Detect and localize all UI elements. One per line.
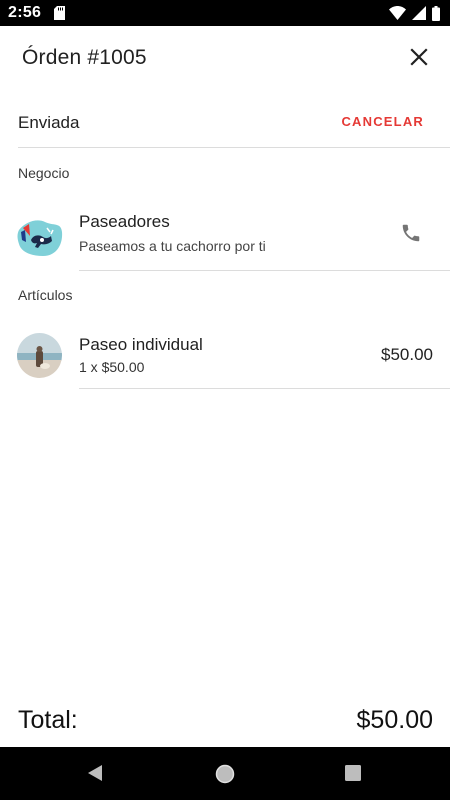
- total-label: Total:: [18, 706, 78, 734]
- back-icon[interactable]: [86, 764, 104, 782]
- recents-icon[interactable]: [345, 765, 361, 781]
- business-row[interactable]: Paseadores Paseamos a tu cachorro por ti: [0, 200, 450, 270]
- cancel-order-button[interactable]: CANCELAR: [341, 114, 424, 129]
- wifi-icon: [389, 6, 406, 20]
- navigation-bar: [0, 747, 450, 800]
- signal-icon: [412, 6, 426, 20]
- status-bar: 2:56: [0, 0, 450, 26]
- item-quantity: 1 x $50.00: [79, 359, 145, 375]
- order-status-row: Enviada CANCELAR: [0, 98, 450, 148]
- divider: [18, 147, 450, 148]
- item-name: Paseo individual: [79, 335, 203, 354]
- business-section-title: Negocio: [18, 165, 70, 181]
- phone-icon[interactable]: [400, 222, 422, 244]
- close-icon[interactable]: [408, 46, 430, 68]
- total-value: $50.00: [356, 706, 433, 734]
- order-title: Órden #1005: [22, 46, 147, 69]
- divider: [79, 270, 450, 271]
- item-thumbnail: [17, 333, 62, 378]
- items-section-title: Artículos: [18, 287, 73, 303]
- battery-icon: [432, 5, 440, 21]
- business-name: Paseadores: [79, 212, 170, 231]
- business-logo: [17, 220, 63, 256]
- app-header: Órden #1005: [0, 26, 450, 90]
- order-status-label: Enviada: [18, 113, 80, 132]
- list-item[interactable]: Paseo individual 1 x $50.00 $50.00: [0, 325, 450, 389]
- divider: [79, 388, 450, 389]
- home-icon[interactable]: [215, 764, 235, 784]
- item-price: $50.00: [381, 345, 433, 364]
- sd-card-icon: [54, 6, 65, 20]
- business-description: Paseamos a tu cachorro por ti: [79, 238, 266, 254]
- status-time: 2:56: [8, 4, 42, 21]
